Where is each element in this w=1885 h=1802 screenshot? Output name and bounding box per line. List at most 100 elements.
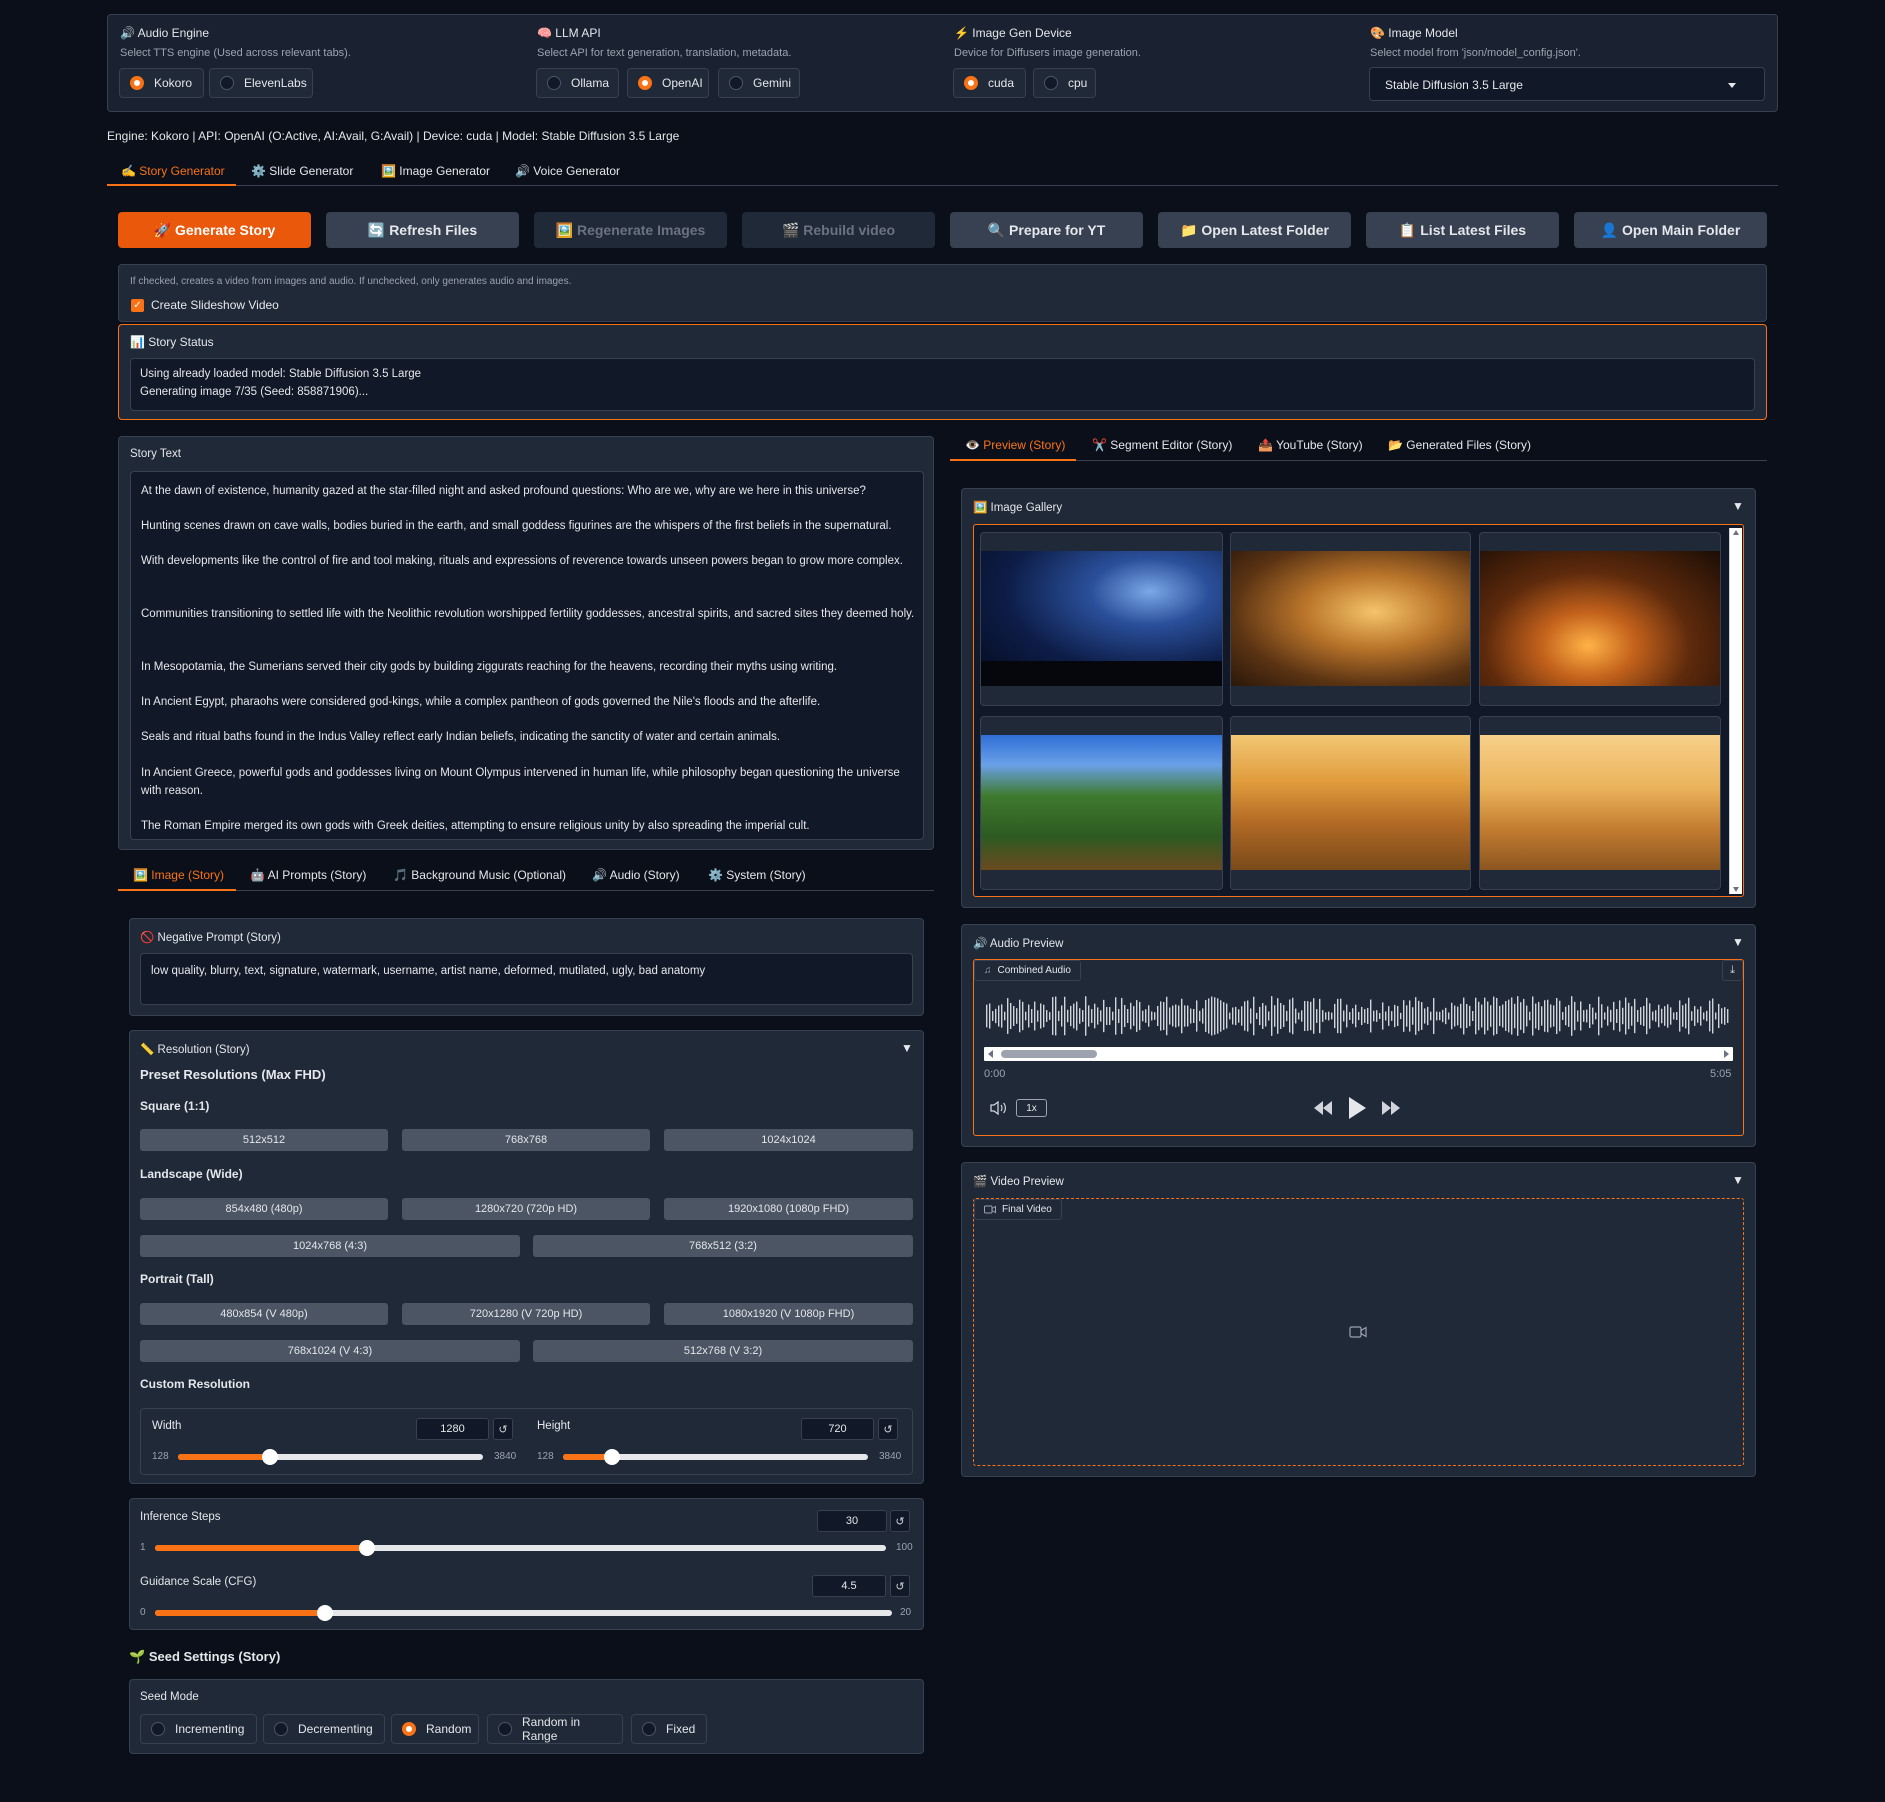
radio-cpu[interactable]: cpu xyxy=(1033,68,1096,98)
gallery-image-campfire[interactable] xyxy=(1479,532,1721,706)
radio-incrementing[interactable]: Incrementing xyxy=(140,1714,257,1744)
tab-ai-prompts-story[interactable]: 🤖 AI Prompts (Story) xyxy=(250,868,366,882)
res-768x512-button[interactable]: 768x512 (3:2) xyxy=(533,1235,913,1257)
story-text-area[interactable]: At the dawn of existence, humanity gazed… xyxy=(130,471,924,840)
collapse-triangle-icon[interactable]: ▼ xyxy=(901,1041,913,1055)
tab-system-story[interactable]: ⚙️ System (Story) xyxy=(708,868,806,882)
fast-forward-icon[interactable] xyxy=(1380,1099,1402,1117)
play-icon[interactable] xyxy=(1347,1096,1367,1120)
radio-random[interactable]: Random xyxy=(391,1714,479,1744)
gallery-image-pharaoh[interactable] xyxy=(1479,716,1721,890)
scroll-down-arrow-icon[interactable] xyxy=(1733,887,1739,892)
collapse-triangle-icon[interactable]: ▼ xyxy=(1732,1173,1744,1187)
waveform-bar xyxy=(1163,1002,1165,1030)
tab-audio-story[interactable]: 🔊 Audio (Story) xyxy=(592,868,680,882)
tab-image-story[interactable]: 🖼️ Image (Story) xyxy=(133,868,224,882)
res-1080x1920-button[interactable]: 1080x1920 (V 1080p FHD) xyxy=(664,1303,913,1325)
height-reset-icon[interactable]: ↺ xyxy=(878,1418,898,1440)
playback-speed-button[interactable]: 1x xyxy=(1016,1099,1047,1117)
res-512x512-button[interactable]: 512x512 xyxy=(140,1129,388,1151)
gallery-scrollbar[interactable] xyxy=(1729,528,1742,894)
scroll-right-arrow-icon[interactable] xyxy=(1724,1050,1729,1058)
waveform-bar xyxy=(1469,1005,1471,1027)
refresh-files-button[interactable]: 🔄 Refresh Files xyxy=(326,212,519,248)
width-input[interactable]: 1280 xyxy=(416,1418,489,1440)
tab-image-generator[interactable]: 🖼️ Image Generator xyxy=(381,164,490,178)
res-768x768-button[interactable]: 768x768 xyxy=(402,1129,650,1151)
tab-youtube-story[interactable]: 📤 YouTube (Story) xyxy=(1258,438,1363,452)
width-slider[interactable] xyxy=(178,1449,483,1465)
scroll-up-arrow-icon[interactable] xyxy=(1733,530,1739,535)
magnifier-icon: 🔍 xyxy=(987,221,1006,238)
res-1280x720-button[interactable]: 1280x720 (720p HD) xyxy=(402,1198,650,1220)
waveform-bar xyxy=(1499,1005,1501,1027)
open-main-folder-button[interactable]: 👤 Open Main Folder xyxy=(1574,212,1767,248)
regenerate-images-button[interactable]: 🖼️ Regenerate Images xyxy=(534,212,727,248)
guidance-reset-icon[interactable]: ↺ xyxy=(890,1575,910,1597)
rebuild-video-button[interactable]: 🎬 Rebuild video xyxy=(742,212,935,248)
story-status-title: 📊 Story Status xyxy=(130,335,214,349)
audio-waveform[interactable] xyxy=(984,992,1733,1040)
image-model-dropdown[interactable]: Stable Diffusion 3.5 Large xyxy=(1369,67,1765,101)
radio-cuda[interactable]: cuda xyxy=(953,68,1026,98)
gallery-image-cave-figurines[interactable] xyxy=(1230,532,1471,706)
radio-random-in-range[interactable]: Random in Range xyxy=(487,1714,623,1744)
inference-steps-slider[interactable] xyxy=(155,1540,886,1556)
radio-elevenlabs[interactable]: ElevenLabs xyxy=(209,68,313,98)
waveform-bar xyxy=(1484,997,1486,1035)
llm-api-title: 🧠 LLM API xyxy=(537,26,601,40)
res-720x1280-button[interactable]: 720x1280 (V 720p HD) xyxy=(402,1303,650,1325)
res-1920x1080-button[interactable]: 1920x1080 (1080p FHD) xyxy=(664,1198,913,1220)
rewind-icon[interactable] xyxy=(1312,1099,1334,1117)
tab-background-music[interactable]: 🎵 Background Music (Optional) xyxy=(393,868,566,882)
list-latest-files-button[interactable]: 📋 List Latest Files xyxy=(1366,212,1559,248)
gallery-image-neolithic-ritual[interactable] xyxy=(980,716,1223,890)
inference-steps-input[interactable]: 30 xyxy=(817,1510,887,1532)
generate-story-button[interactable]: 🚀 Generate Story xyxy=(118,212,311,248)
download-icon[interactable]: ⤓ xyxy=(1722,960,1743,981)
radio-gemini[interactable]: Gemini xyxy=(718,68,800,98)
radio-ollama[interactable]: Ollama xyxy=(536,68,619,98)
gallery-image-starry-night[interactable] xyxy=(980,532,1223,706)
volume-icon[interactable] xyxy=(989,1100,1007,1116)
audio-scrollbar[interactable] xyxy=(984,1047,1733,1061)
negative-prompt-input[interactable]: low quality, blurry, text, signature, wa… xyxy=(140,953,913,1005)
res-768x1024-button[interactable]: 768x1024 (V 4:3) xyxy=(140,1340,520,1362)
res-854x480-button[interactable]: 854x480 (480p) xyxy=(140,1198,388,1220)
waveform-bar xyxy=(1370,999,1372,1033)
width-reset-icon[interactable]: ↺ xyxy=(493,1418,513,1440)
guidance-scale-input[interactable]: 4.5 xyxy=(812,1575,886,1597)
tab-story-generator[interactable]: ✍️ Story Generator xyxy=(121,164,225,178)
inference-reset-icon[interactable]: ↺ xyxy=(890,1510,910,1532)
waveform-bar xyxy=(1016,1008,1018,1024)
scroll-left-arrow-icon[interactable] xyxy=(988,1050,993,1058)
slideshow-checkbox[interactable]: ✓ xyxy=(131,299,144,312)
waveform-bar xyxy=(1154,1012,1156,1020)
res-512x768-button[interactable]: 512x768 (V 3:2) xyxy=(533,1340,913,1362)
audio-scroll-thumb[interactable] xyxy=(1001,1050,1097,1058)
waveform-bar xyxy=(1577,1010,1579,1022)
height-input[interactable]: 720 xyxy=(801,1418,874,1440)
guidance-scale-slider[interactable] xyxy=(155,1605,892,1621)
tab-voice-generator[interactable]: 🔊 Voice Generator xyxy=(515,164,620,178)
radio-kokoro[interactable]: Kokoro xyxy=(119,68,204,98)
prepare-yt-button[interactable]: 🔍 Prepare for YT xyxy=(950,212,1143,248)
tab-preview-story[interactable]: 👁️ Preview (Story) xyxy=(965,438,1065,452)
tab-generated-files[interactable]: 📂 Generated Files (Story) xyxy=(1388,438,1531,452)
height-slider[interactable] xyxy=(563,1449,868,1465)
res-1024x1024-button[interactable]: 1024x1024 xyxy=(664,1129,913,1151)
tab-segment-editor[interactable]: ✂️ Segment Editor (Story) xyxy=(1092,438,1232,452)
radio-fixed[interactable]: Fixed xyxy=(631,1714,707,1744)
radio-openai[interactable]: OpenAI xyxy=(627,68,709,98)
gallery-image-ziggurat[interactable] xyxy=(1230,716,1471,890)
collapse-triangle-icon[interactable]: ▼ xyxy=(1732,935,1744,949)
res-480x854-button[interactable]: 480x854 (V 480p) xyxy=(140,1303,388,1325)
waveform-bar xyxy=(1562,1012,1564,1020)
tab-slide-generator[interactable]: ⚙️ Slide Generator xyxy=(251,164,353,178)
waveform-bar xyxy=(1043,1004,1045,1028)
waveform-bar xyxy=(1151,1011,1153,1021)
collapse-triangle-icon[interactable]: ▼ xyxy=(1732,499,1744,513)
open-latest-folder-button[interactable]: 📁 Open Latest Folder xyxy=(1158,212,1351,248)
res-1024x768-button[interactable]: 1024x768 (4:3) xyxy=(140,1235,520,1257)
radio-decrementing[interactable]: Decrementing xyxy=(263,1714,385,1744)
